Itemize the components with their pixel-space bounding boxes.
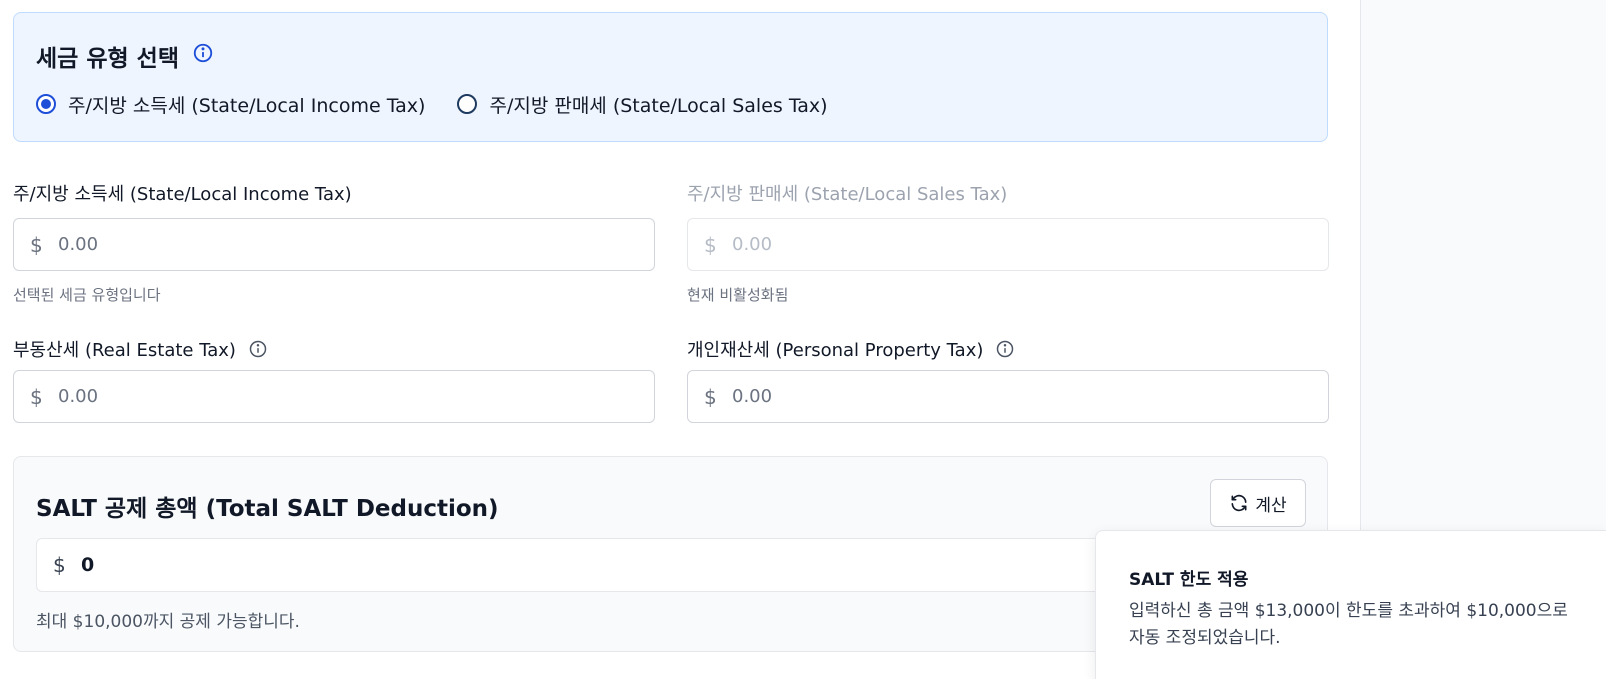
tax-type-title: 세금 유형 선택 bbox=[36, 46, 179, 72]
real-estate-tax-label: 부동산세 (Real Estate Tax) bbox=[13, 336, 268, 362]
income-tax-field[interactable]: $ bbox=[13, 218, 655, 271]
tax-type-radio-group: 주/지방 소득세 (State/Local Income Tax) 주/지방 판… bbox=[36, 91, 860, 117]
sales-tax-label-text: 주/지방 판매세 (State/Local Sales Tax) bbox=[687, 184, 1008, 205]
calculate-button-label: 계산 bbox=[1255, 495, 1287, 516]
salt-limit-toast: SALT 한도 적용 입력하신 총 금액 $13,000이 한도를 초과하여 $… bbox=[1095, 530, 1606, 679]
income-tax-input[interactable] bbox=[58, 234, 570, 255]
total-salt-helper: 최대 $10,000까지 공제 가능합니다. bbox=[36, 612, 300, 632]
real-estate-tax-currency: $ bbox=[30, 384, 43, 409]
personal-property-tax-field[interactable]: $ bbox=[687, 370, 1329, 423]
real-estate-tax-input[interactable] bbox=[58, 386, 570, 407]
sales-tax-input bbox=[732, 234, 1244, 255]
radio-sales-tax-label[interactable]: 주/지방 판매세 (State/Local Sales Tax) bbox=[489, 91, 827, 118]
income-tax-label: 주/지방 소득세 (State/Local Income Tax) bbox=[13, 180, 352, 206]
personal-property-tax-input[interactable] bbox=[732, 386, 1244, 407]
radio-income-tax-label[interactable]: 주/지방 소득세 (State/Local Income Tax) bbox=[68, 91, 425, 118]
info-icon[interactable] bbox=[995, 339, 1015, 359]
income-tax-currency: $ bbox=[30, 232, 43, 257]
real-estate-tax-field[interactable]: $ bbox=[13, 370, 655, 423]
personal-property-tax-currency: $ bbox=[704, 384, 717, 409]
sales-tax-field: $ bbox=[687, 218, 1329, 271]
personal-property-tax-label-text: 개인재산세 (Personal Property Tax) bbox=[687, 340, 984, 361]
income-tax-helper: 선택된 세금 유형입니다 bbox=[13, 286, 161, 304]
info-icon[interactable] bbox=[192, 42, 214, 64]
sales-tax-label: 주/지방 판매세 (State/Local Sales Tax) bbox=[687, 180, 1007, 206]
income-tax-label-text: 주/지방 소득세 (State/Local Income Tax) bbox=[13, 184, 352, 205]
real-estate-tax-label-text: 부동산세 (Real Estate Tax) bbox=[13, 340, 236, 361]
total-currency: $ bbox=[53, 553, 66, 577]
tax-type-section: 세금 유형 선택 주/지방 소득세 (State/Local Income Ta… bbox=[13, 12, 1328, 142]
total-salt-value: 0 bbox=[81, 554, 95, 576]
personal-property-tax-label: 개인재산세 (Personal Property Tax) bbox=[687, 336, 1015, 362]
toast-title: SALT 한도 적용 bbox=[1129, 570, 1249, 590]
sales-tax-currency: $ bbox=[704, 232, 717, 257]
total-salt-title: SALT 공제 총액 (Total SALT Deduction) bbox=[36, 496, 499, 522]
radio-sales-tax[interactable] bbox=[457, 94, 478, 114]
info-icon[interactable] bbox=[248, 339, 268, 359]
refresh-icon bbox=[1231, 494, 1247, 512]
calculate-button[interactable]: 계산 bbox=[1210, 479, 1306, 527]
radio-income-tax[interactable] bbox=[36, 94, 56, 114]
sales-tax-helper: 현재 비활성화됨 bbox=[687, 286, 789, 304]
toast-message: 입력하신 총 금액 $13,000이 한도를 초과하여 $10,000으로 자동… bbox=[1129, 601, 1568, 648]
